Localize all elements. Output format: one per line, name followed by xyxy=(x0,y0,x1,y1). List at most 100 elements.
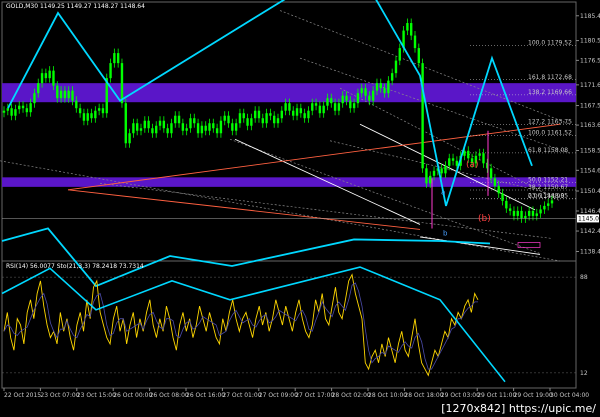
candle-body xyxy=(212,123,215,129)
price-tag-label: 1145.00 xyxy=(578,215,600,222)
candle-body xyxy=(455,160,459,166)
channel-line xyxy=(99,183,553,239)
candle-body xyxy=(371,90,375,101)
candle-body xyxy=(223,115,226,121)
xtick-label: 29 Oct 19:00 xyxy=(514,392,553,399)
candle-body xyxy=(512,210,516,216)
ytick-label: 1146.48 xyxy=(580,208,600,215)
candle-body xyxy=(261,118,264,124)
candle-body xyxy=(284,103,287,111)
candle-body xyxy=(75,100,78,109)
candle-body xyxy=(21,105,25,109)
candle-body xyxy=(90,113,93,119)
xtick-label: 26 Oct 16:00 xyxy=(186,392,225,399)
candle-body xyxy=(326,98,329,106)
candle-body xyxy=(135,123,139,131)
candle-body xyxy=(82,113,86,121)
xtick-label: 23 Oct 07:00 xyxy=(40,392,79,399)
channel-line xyxy=(299,57,571,154)
candle-body xyxy=(394,60,398,74)
xtick-label: 23 Oct 15:00 xyxy=(77,392,116,399)
candle-body xyxy=(208,123,211,131)
rsi-title: RSI(14) 56.0077 Sto(21,3,3) 78.2418 73.7… xyxy=(6,263,144,270)
candle-body xyxy=(280,110,284,119)
xtick-label: 28 Oct 10:00 xyxy=(368,392,407,399)
candle-body xyxy=(113,53,116,64)
candle-body xyxy=(364,88,367,96)
candle-body xyxy=(489,168,493,179)
fib-label: 61.8 1158.08 xyxy=(528,147,568,154)
xtick-label: 22 Oct 2015 xyxy=(4,392,41,399)
candle-body xyxy=(390,73,394,81)
candle-body xyxy=(18,105,21,110)
candle-body xyxy=(341,95,344,104)
xtick-label: 30 Oct 04:00 xyxy=(550,392,589,399)
candle-body xyxy=(265,113,268,124)
candle-body xyxy=(409,23,413,36)
candle-body xyxy=(143,120,147,129)
wave-label-b-small: b xyxy=(443,229,448,237)
ytick-label: 1154.60 xyxy=(580,167,600,174)
panel-border xyxy=(1,1,577,389)
candle-body xyxy=(527,210,531,216)
candle-body xyxy=(543,205,546,210)
ytick-label: 1180.50 xyxy=(580,38,600,45)
candle-body xyxy=(151,128,154,134)
candle-body xyxy=(6,108,10,111)
candle-body xyxy=(550,200,554,204)
candle-body xyxy=(508,208,512,211)
xtick-label: 29 Oct 03:00 xyxy=(441,392,480,399)
candle-body xyxy=(448,158,451,166)
candle-body xyxy=(269,113,272,116)
xtick-label: 28 Oct 02:00 xyxy=(332,392,371,399)
xtick-label: 27 Oct 17:00 xyxy=(295,392,334,399)
candle-body xyxy=(368,95,371,101)
candle-body xyxy=(330,98,333,104)
x-axis: 22 Oct 2015 23 Oct 07:0023 Oct 15:0026 Oc… xyxy=(3,388,589,399)
fib-label: 0.0 1148.90 xyxy=(528,193,564,200)
channel-line xyxy=(0,160,561,262)
candle-body xyxy=(234,123,238,131)
candle-body xyxy=(29,103,32,113)
candle-body xyxy=(337,103,341,111)
candle-body xyxy=(299,108,303,114)
candle-body xyxy=(109,63,112,79)
candle-body xyxy=(413,35,417,49)
candle-body xyxy=(185,128,188,131)
candle-body xyxy=(406,23,409,31)
candle-body xyxy=(440,168,443,174)
ytick-label: 1138.40 xyxy=(580,248,600,255)
candle-body xyxy=(166,128,169,134)
candle-body xyxy=(227,115,230,124)
fib-label: 100.0 1161.52 xyxy=(528,130,572,137)
candle-body xyxy=(52,70,55,86)
candle-body xyxy=(497,185,500,194)
candle-body xyxy=(238,113,242,124)
candle-body xyxy=(501,193,504,201)
xtick-label: 27 Oct 09:00 xyxy=(259,392,298,399)
candle-body xyxy=(546,203,550,206)
xtick-label: 27 Oct 01:00 xyxy=(222,392,261,399)
fib-label: 50.0 1152.21 xyxy=(528,176,568,183)
candle-body xyxy=(352,103,356,109)
candle-body xyxy=(128,133,131,144)
candle-body xyxy=(94,110,97,119)
elliott-wave-path xyxy=(7,0,533,207)
candle-body xyxy=(516,210,519,216)
rsi-line xyxy=(3,273,479,377)
candle-body xyxy=(520,210,523,219)
main-chart-panel: 1185.45 1180.50 1176.55 1171.66 1167.53 1163.… xyxy=(0,0,600,389)
fib-label: 100.0 1179.52 xyxy=(528,39,572,46)
candle-body xyxy=(44,73,48,79)
fib-label: 161.8 1172.68 xyxy=(528,74,572,81)
candle-body xyxy=(170,123,173,134)
candle-body xyxy=(78,108,82,114)
candle-body xyxy=(531,210,535,216)
candle-body xyxy=(33,93,36,104)
xtick-label: 26 Oct 00:00 xyxy=(113,392,152,399)
candle-body xyxy=(14,109,17,116)
candle-body xyxy=(398,48,401,61)
watermark: [1270x842] https://upic.me/ xyxy=(441,402,596,415)
ytick-label: 1171.66 xyxy=(580,82,600,89)
trend-line xyxy=(67,189,421,230)
